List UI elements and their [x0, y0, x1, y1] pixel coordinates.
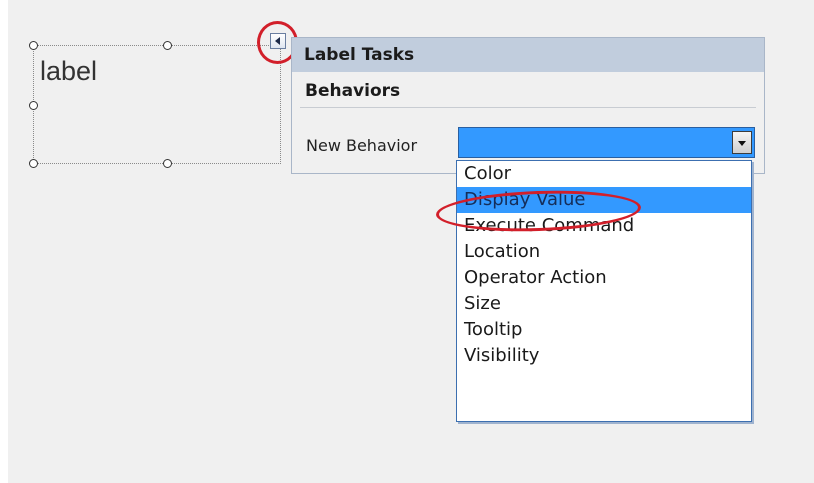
section-divider	[300, 107, 756, 108]
new-behavior-label: New Behavior	[306, 136, 418, 155]
panel-title: Label Tasks	[292, 38, 764, 72]
resize-handle-left[interactable]	[29, 101, 38, 110]
resize-handle-bottom-left[interactable]	[29, 159, 38, 168]
option-tooltip[interactable]: Tooltip	[457, 317, 751, 343]
option-visibility[interactable]: Visibility	[457, 343, 751, 369]
option-display-value[interactable]: Display Value	[457, 187, 751, 213]
option-color[interactable]: Color	[457, 161, 751, 187]
option-execute-command[interactable]: Execute Command	[457, 213, 751, 239]
behavior-dropdown-list[interactable]: Color Display Value Execute Command Loca…	[456, 160, 752, 422]
chevron-down-icon[interactable]	[732, 131, 752, 154]
option-location[interactable]: Location	[457, 239, 751, 265]
section-behaviors: Behaviors	[305, 81, 401, 101]
smart-tag-arrow-icon[interactable]	[270, 33, 286, 49]
resize-handle-top-left[interactable]	[29, 41, 38, 50]
label-tasks-panel: Label Tasks Behaviors New Behavior	[291, 37, 765, 174]
new-behavior-combobox[interactable]	[458, 127, 755, 158]
option-operator-action[interactable]: Operator Action	[457, 265, 751, 291]
option-size[interactable]: Size	[457, 291, 751, 317]
label-control-text[interactable]: label	[40, 56, 97, 87]
resize-handle-top[interactable]	[163, 41, 172, 50]
resize-handle-bottom[interactable]	[163, 159, 172, 168]
